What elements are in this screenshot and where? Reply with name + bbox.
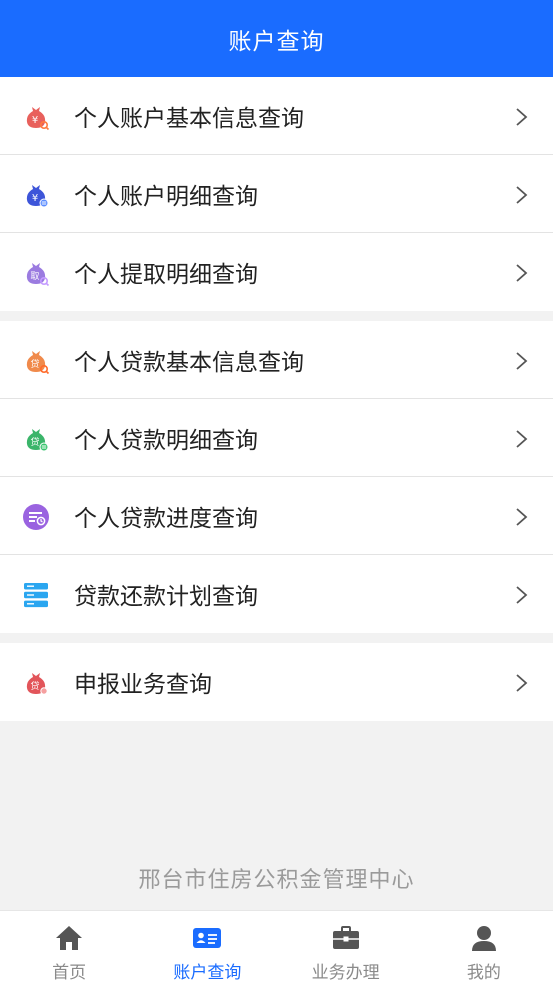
organization-name: 邢台市住房公积金管理中心 [138,868,415,893]
menu-item-label: 个人账户明细查询 [74,183,258,210]
chevron-right-icon [516,186,528,204]
loan-info-icon: 贷 [26,351,50,375]
loan-progress-icon [23,504,49,530]
tab-business[interactable]: 业务办理 [277,911,415,984]
svg-text:¥: ¥ [32,193,38,204]
menu-item-label: 个人贷款基本信息查询 [74,349,304,376]
page-title: 账户查询 [228,28,325,55]
loan-detail-icon: 贷 [26,429,49,452]
chevron-right-icon [516,586,528,604]
account-detail-icon: ¥ [26,185,49,208]
chevron-right-icon [516,108,528,126]
menu-item-label: 个人贷款明细查询 [74,427,258,454]
menu-item-withdraw-detail[interactable]: 取 个人提取明细查询 [0,233,553,311]
menu-item-loan-info[interactable]: 贷 个人贷款基本信息查询 [0,321,553,399]
account-query-group: ¥ 个人账户基本信息查询 ¥ 个人账户明细查询 取 个人提取明细查询 [0,77,553,311]
menu-item-repayment-plan[interactable]: 贷款还款计划查询 [0,555,553,633]
repayment-plan-icon [24,583,48,608]
svg-text:贷: 贷 [30,358,39,370]
bottom-tab-bar: 首页 账户查询 业务办理 我的 [0,910,553,984]
tab-label: 首页 [52,963,87,983]
menu-item-label: 申报业务查询 [74,672,212,698]
loan-query-group: 贷 个人贷款基本信息查询 贷 个人贷款明细查询 个人贷款进度查询 贷款还款计划查… [0,321,553,633]
chevron-right-icon [516,430,528,448]
chevron-right-icon [516,508,528,526]
user-icon [471,926,496,951]
chevron-right-icon [516,674,528,692]
id-card-icon [193,928,222,948]
svg-text:¥: ¥ [32,115,38,126]
menu-item-loan-detail[interactable]: 贷 个人贷款明细查询 [0,399,553,477]
menu-item-loan-progress[interactable]: 个人贷款进度查询 [0,477,553,555]
tab-account-query[interactable]: 账户查询 [138,911,276,984]
menu-item-label: 个人账户基本信息查询 [74,105,304,132]
declaration-icon: 贷 [26,673,48,695]
tab-home[interactable]: 首页 [0,911,138,984]
tab-label: 账户查询 [173,963,242,983]
menu-item-account-detail[interactable]: ¥ 个人账户明细查询 [0,155,553,233]
menu-item-declaration[interactable]: 贷 申报业务查询 [0,643,553,721]
svg-text:取: 取 [30,271,39,282]
menu-item-label: 个人提取明细查询 [74,262,258,288]
menu-item-label: 贷款还款计划查询 [74,584,258,610]
withdraw-detail-icon: 取 [26,263,50,287]
svg-text:贷: 贷 [30,436,39,448]
tab-label: 业务办理 [311,963,380,983]
declaration-query-group: 贷 申报业务查询 [0,643,553,721]
home-icon [56,926,83,950]
briefcase-icon [332,926,359,949]
nav-header: 账户查询 [0,0,553,77]
account-info-icon: ¥ [26,107,50,131]
tab-label: 我的 [466,963,501,983]
menu-item-account-info[interactable]: ¥ 个人账户基本信息查询 [0,77,553,155]
chevron-right-icon [516,264,528,282]
menu-item-label: 个人贷款进度查询 [74,505,258,532]
svg-text:贷: 贷 [30,680,39,692]
tab-mine[interactable]: 我的 [415,911,553,984]
chevron-right-icon [516,352,528,370]
